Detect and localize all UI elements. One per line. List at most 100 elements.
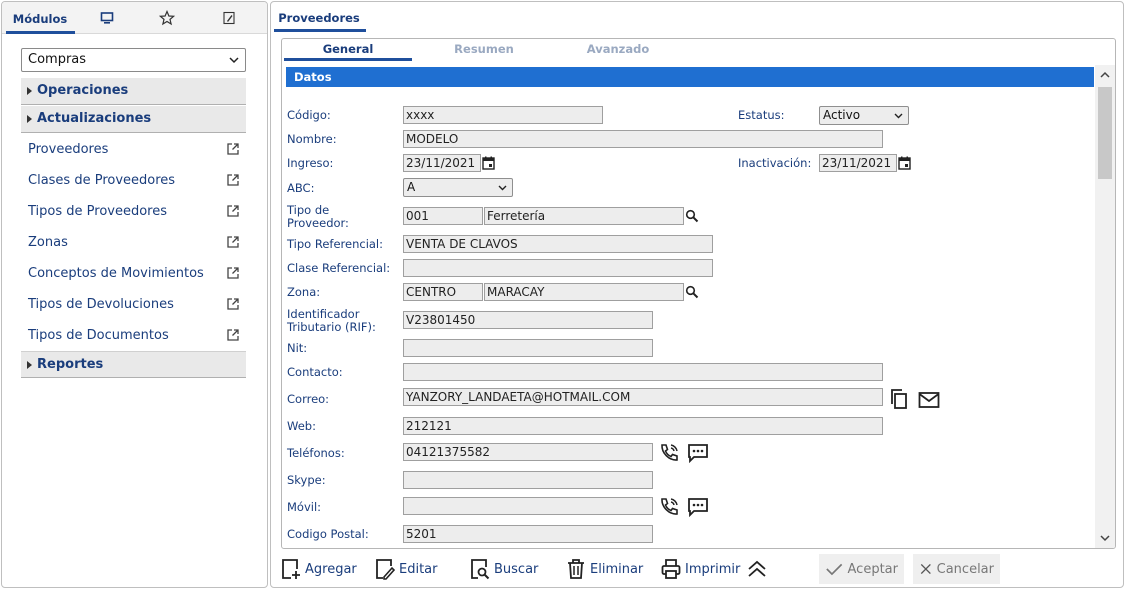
check-icon [826,563,843,576]
estatus-label: Estatus: [738,108,785,122]
group-operaciones[interactable]: Operaciones [21,78,246,105]
vertical-scrollbar[interactable] [1095,65,1115,548]
proveedores-panel: Proveedores General Resumen Avanzado Dat… [270,1,1124,588]
correo-label: Correo: [287,392,330,406]
telefonos-field[interactable]: 04121375582 [403,443,653,461]
subtab-avanzado[interactable]: Avanzado [554,39,682,61]
codigo-label: Código: [287,108,331,122]
collapse-toolbar-button[interactable] [746,554,772,584]
web-field[interactable]: 212121 [403,417,883,435]
module-select[interactable]: Compras [21,48,246,72]
chevron-up-icon[interactable] [1099,69,1111,81]
estatus-select[interactable]: Activo [819,106,909,125]
phone-call-icon[interactable] [658,442,680,464]
skype-field[interactable] [403,471,653,489]
editar-button[interactable]: Editar [375,554,438,584]
movil-field[interactable] [403,497,653,515]
ingreso-date-field[interactable]: 23/11/2021 [403,154,481,172]
tipo-proveedor-field[interactable]: Ferretería [484,207,684,225]
clase-referencial-field[interactable] [403,259,713,277]
agregar-label: Agregar [305,561,357,577]
open-external-icon[interactable] [226,142,240,156]
zona-code-field[interactable]: CENTRO [403,283,483,301]
eliminar-label: Eliminar [590,561,644,577]
telefonos-label: Teléfonos: [287,446,345,460]
contacto-field[interactable] [403,363,883,381]
group-reportes[interactable]: Reportes [21,351,246,378]
menu-item-tipos-documentos[interactable]: Tipos de Documentos [28,326,246,346]
group-actualizaciones[interactable]: Actualizaciones [21,106,246,133]
double-chevron-up-icon [748,560,766,577]
abc-select[interactable]: A [403,178,513,197]
menu-item-label: Tipos de Proveedores [28,204,167,219]
codigo-postal-field[interactable]: 5201 [403,525,653,543]
open-external-icon[interactable] [226,297,240,311]
nit-field[interactable] [403,339,653,357]
copy-icon[interactable] [889,388,909,410]
tab-proveedores[interactable]: Proveedores [273,2,365,31]
open-external-icon[interactable] [226,266,240,280]
nombre-label: Nombre: [287,132,337,146]
zona-field[interactable]: MARACAY [484,283,684,301]
nombre-field[interactable]: MODELO [403,130,883,148]
codigo-field[interactable]: xxxx [403,106,603,124]
active-tab-indicator [6,31,75,34]
mail-icon[interactable] [918,391,940,409]
chevron-down-icon[interactable] [1099,532,1111,544]
movil-label: Móvil: [287,500,322,514]
imprimir-label: Imprimir [685,561,741,577]
tab-favorites[interactable] [156,2,178,33]
rif-field[interactable]: V23801450 [403,311,653,329]
active-subtab-indicator [284,58,412,61]
scroll-thumb[interactable] [1098,87,1112,179]
monitor-icon [100,11,114,24]
expand-triangle-icon [27,361,32,369]
left-tabbar: Módulos [2,2,267,34]
calendar-icon[interactable] [482,156,495,170]
search-icon[interactable] [685,209,699,223]
chevron-down-icon [229,57,239,64]
tipo-proveedor-code-field[interactable]: 001 [403,207,483,225]
edit-document-icon [376,559,395,580]
ingreso-label: Ingreso: [287,156,334,170]
tab-desktop[interactable] [96,2,118,33]
skype-label: Skype: [287,473,326,487]
phone-call-icon[interactable] [658,496,680,518]
aceptar-label: Aceptar [847,561,898,577]
active-tab-indicator [274,29,366,32]
aceptar-button[interactable]: Aceptar [819,554,904,584]
section-header-datos: Datos [286,67,1094,87]
open-external-icon[interactable] [226,204,240,218]
module-select-value: Compras [28,52,87,67]
calendar-icon[interactable] [898,156,911,170]
subtab-resumen[interactable]: Resumen [420,39,548,61]
menu-item-tipos-proveedores[interactable]: Tipos de Proveedores [28,202,246,222]
sms-icon[interactable] [687,497,709,517]
contacto-label: Contacto: [287,365,343,379]
search-document-icon [471,559,490,580]
menu-item-tipos-devoluciones[interactable]: Tipos de Devoluciones [28,295,246,315]
tab-modulos[interactable]: Módulos [6,2,74,34]
search-icon[interactable] [685,285,699,299]
correo-field[interactable]: YANZORY_LANDAETA@HOTMAIL.COM [403,388,883,406]
imprimir-button[interactable]: Imprimir [661,554,740,584]
agregar-button[interactable]: Agregar [281,554,357,584]
eliminar-button[interactable]: Eliminar [566,554,643,584]
tab-tools[interactable] [218,2,240,33]
expand-triangle-icon [27,87,32,95]
tipo-referencial-field[interactable]: VENTA DE CLAVOS [403,235,713,253]
menu-item-proveedores[interactable]: Proveedores [28,140,246,160]
editar-label: Editar [399,561,438,577]
open-external-icon[interactable] [226,328,240,342]
menu-item-zonas[interactable]: Zonas [28,233,246,253]
open-external-icon[interactable] [226,235,240,249]
cancelar-button[interactable]: Cancelar [913,554,1000,584]
menu-item-conceptos-movimientos[interactable]: Conceptos de Movimientos [28,264,246,284]
codigo-postal-label: Codigo Postal: [287,527,369,541]
inactivacion-date-field[interactable]: 23/11/2021 [819,154,897,172]
open-external-icon[interactable] [226,173,240,187]
menu-item-clases-proveedores[interactable]: Clases de Proveedores [28,171,246,191]
buscar-button[interactable]: Buscar [470,554,538,584]
sms-icon[interactable] [687,443,709,463]
form-container: General Resumen Avanzado Datos Código: x… [281,38,1116,549]
